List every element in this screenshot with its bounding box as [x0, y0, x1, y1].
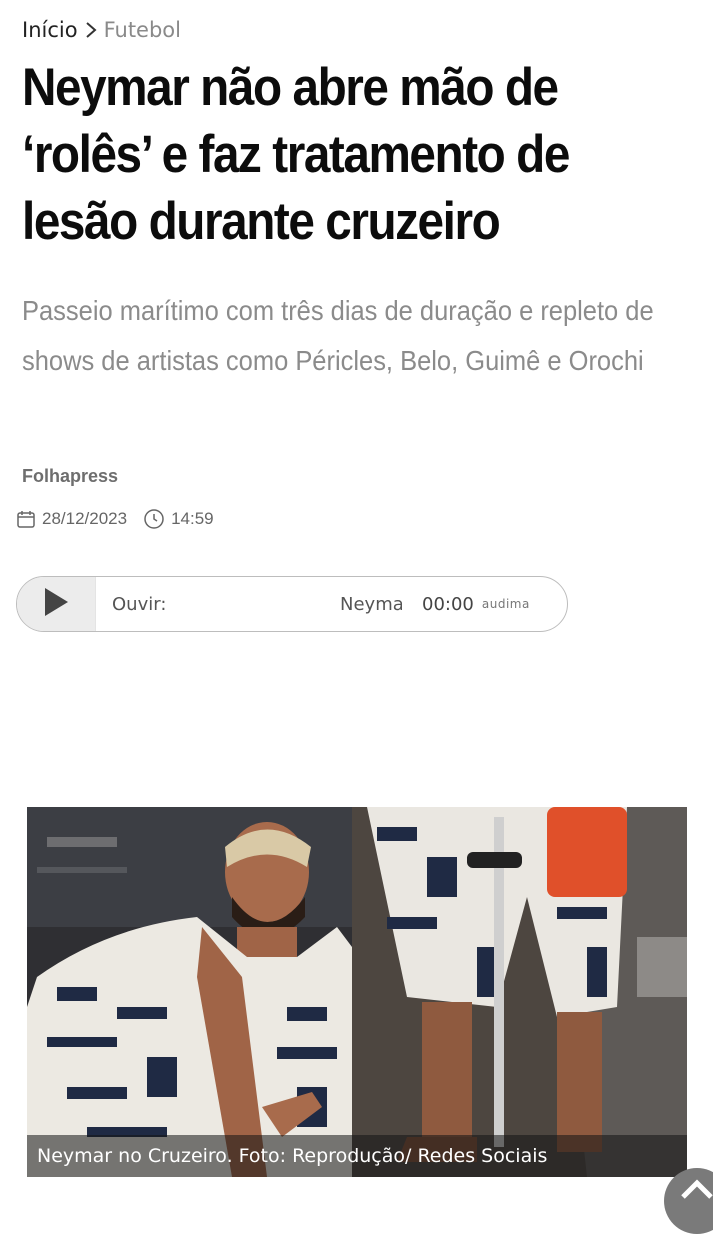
audio-track-title: Neymar: [340, 593, 402, 615]
article-headline: Neymar não abre mão de ‘rolês’ e faz tra…: [22, 58, 570, 251]
article-time-text: 14:59: [171, 509, 214, 528]
audio-player: Ouvir: Neymar 00:00 audima: [16, 576, 568, 632]
audio-label: Ouvir:: [112, 593, 167, 615]
chevron-right-icon: [84, 20, 98, 40]
breadcrumb-home-link[interactable]: Início: [22, 18, 78, 42]
article-author: Folhapress: [22, 466, 119, 486]
breadcrumb: Início Futebol: [22, 14, 181, 46]
article-date: 28/12/2023: [16, 509, 127, 529]
photo-image: [27, 807, 687, 1177]
audio-elapsed-time: 00:00: [422, 593, 474, 615]
breadcrumb-section-link[interactable]: Futebol: [104, 18, 181, 42]
article-date-text: 28/12/2023: [42, 509, 128, 528]
audima-logo[interactable]: audima: [482, 597, 530, 611]
article-time: 14:59: [143, 508, 214, 530]
article-photo: Neymar no Cruzeiro. Foto: Reprodução/ Re…: [27, 807, 687, 1177]
photo-caption: Neymar no Cruzeiro. Foto: Reprodução/ Re…: [27, 1135, 687, 1177]
clock-icon: [143, 508, 165, 530]
article-meta: 28/12/2023 14:59: [16, 506, 230, 532]
play-button[interactable]: [17, 577, 96, 631]
scroll-to-top-button[interactable]: [664, 1168, 713, 1234]
article-subtitle: Passeio marítimo com três dias de duraçã…: [22, 295, 654, 376]
play-icon: [42, 587, 70, 621]
calendar-icon: [16, 509, 36, 529]
chevron-up-icon: [680, 1178, 713, 1205]
